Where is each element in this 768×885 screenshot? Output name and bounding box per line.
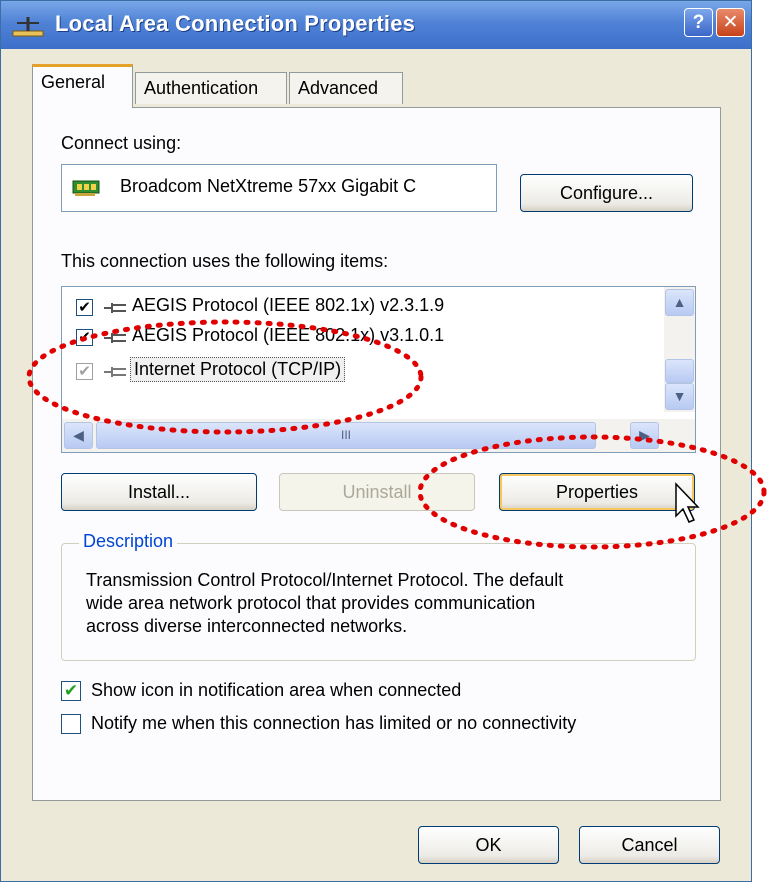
components-list[interactable]: ✔ AEGIS Protocol (IEEE 802.1x) v2.3.1.9 … bbox=[61, 286, 696, 453]
notify-checkbox[interactable] bbox=[61, 714, 81, 734]
scroll-down-icon[interactable]: ▼ bbox=[665, 383, 694, 410]
scroll-up-icon[interactable]: ▲ bbox=[665, 289, 694, 316]
notify-label: Notify me when this connection has limit… bbox=[91, 713, 577, 733]
cancel-button[interactable]: Cancel bbox=[579, 826, 720, 864]
item-label: Internet Protocol (TCP/IP) bbox=[130, 357, 346, 382]
scroll-right-icon[interactable]: ▶ bbox=[630, 422, 659, 449]
protocol-icon bbox=[104, 303, 126, 313]
show-icon-checkbox[interactable]: ✔ bbox=[61, 681, 81, 701]
description-line: across diverse interconnected networks. bbox=[86, 616, 408, 636]
close-button[interactable]: ✕ bbox=[716, 8, 745, 37]
show-icon-label: Show icon in notification area when conn… bbox=[91, 680, 462, 700]
horizontal-scrollbar[interactable]: ◀ III ▶ bbox=[62, 419, 695, 452]
adapter-field: Broadcom NetXtreme 57xx Gigabit C bbox=[61, 164, 497, 212]
description-title: Description bbox=[79, 531, 178, 552]
uninstall-button[interactable]: Uninstall bbox=[279, 473, 475, 511]
description-line: wide area network protocol that provides… bbox=[86, 593, 536, 613]
item-checkbox[interactable]: ✔ bbox=[76, 299, 93, 316]
configure-button[interactable]: Configure... bbox=[520, 174, 693, 212]
tab-advanced[interactable]: Advanced bbox=[289, 72, 403, 104]
protocol-icon bbox=[104, 367, 126, 377]
adapter-name: Broadcom NetXtreme 57xx Gigabit C bbox=[120, 176, 417, 196]
vertical-scrollbar[interactable]: ▲ ▼ bbox=[664, 287, 695, 412]
title-bar[interactable]: Local Area Connection Properties ? ✕ bbox=[1, 1, 751, 49]
item-checkbox[interactable]: ✔ bbox=[76, 329, 93, 346]
connect-using-label: Connect using: bbox=[61, 133, 182, 153]
protocol-icon bbox=[104, 333, 126, 343]
tab-authentication[interactable]: Authentication bbox=[135, 72, 287, 104]
network-connection-icon bbox=[12, 17, 44, 37]
item-label: AEGIS Protocol (IEEE 802.1x) v3.1.0.1 bbox=[132, 325, 445, 345]
network-adapter-icon bbox=[72, 180, 100, 196]
properties-dialog: Local Area Connection Properties ? ✕ Gen… bbox=[0, 0, 752, 882]
help-button[interactable]: ? bbox=[684, 8, 713, 37]
item-label: AEGIS Protocol (IEEE 802.1x) v2.3.1.9 bbox=[132, 295, 445, 315]
scroll-thumb[interactable] bbox=[665, 359, 694, 383]
item-checkbox[interactable]: ✔ bbox=[76, 363, 93, 380]
scroll-left-icon[interactable]: ◀ bbox=[64, 422, 93, 449]
description-line: Transmission Control Protocol/Internet P… bbox=[86, 570, 564, 590]
items-section-label: This connection uses the following items… bbox=[61, 251, 389, 271]
hscroll-thumb[interactable]: III bbox=[96, 422, 596, 449]
properties-button[interactable]: Properties bbox=[499, 473, 695, 511]
ok-button[interactable]: OK bbox=[418, 826, 559, 864]
install-button[interactable]: Install... bbox=[61, 473, 257, 511]
tab-general[interactable]: General bbox=[32, 64, 133, 108]
window-title: Local Area Connection Properties bbox=[55, 11, 416, 36]
description-text: Transmission Control Protocol/Internet P… bbox=[86, 569, 681, 638]
